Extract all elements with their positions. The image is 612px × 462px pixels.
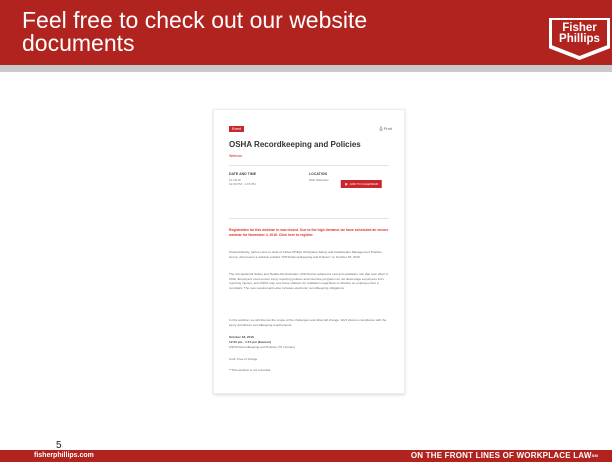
event-topic: OSHA Recordkeeping and Policies (75 minu… bbox=[229, 345, 295, 349]
divider bbox=[229, 218, 389, 219]
date-label: DATE AND TIME bbox=[229, 172, 257, 176]
date-value-2: 12:00 PM - 1:15 PM bbox=[229, 182, 256, 186]
event-tag: Event bbox=[229, 126, 244, 132]
event-footnote: **This webinar is not recorded. bbox=[229, 368, 272, 372]
slide-title: Feel free to check out our website docum… bbox=[22, 7, 368, 56]
footer-url[interactable]: fisherphillips.com bbox=[34, 451, 94, 461]
location-value: Web Webinars bbox=[309, 178, 329, 182]
body-paragraph: The Occupational Safety and Health Admin… bbox=[229, 272, 389, 290]
print-icon: ⎙ bbox=[379, 126, 383, 131]
event-date: October 18, 2016 bbox=[229, 335, 254, 339]
service-mark: SM bbox=[591, 453, 598, 458]
fisher-phillips-logo: Fisher Phillips bbox=[549, 18, 610, 60]
event-time: 12:00 pm - 1:15 pm (Eastern) bbox=[229, 340, 272, 344]
document-subtitle: Webinar bbox=[229, 154, 242, 158]
slide-header: Feel free to check out our website docum… bbox=[0, 0, 612, 65]
calendar-icon: ▦ bbox=[344, 182, 348, 186]
add-to-calendar-button[interactable]: ▦ ADD TO CALENDAR bbox=[340, 180, 382, 188]
print-link[interactable]: ⎙ Print bbox=[379, 126, 392, 131]
intro-paragraph: Howard Mavity, partner and co-chair of F… bbox=[229, 250, 382, 259]
footer-tagline: ON THE FRONT LINES OF WORKPLACE LAWSM bbox=[410, 451, 598, 460]
document-title: OSHA Recordkeeping and Policies bbox=[229, 140, 361, 149]
registration-notice: Registration for this webinar is now clo… bbox=[229, 228, 389, 237]
slide-footer: fisherphillips.com ON THE FRONT LINES OF… bbox=[0, 450, 612, 462]
header-separator bbox=[0, 65, 612, 72]
logo-line-2: Phillips bbox=[559, 33, 600, 45]
divider bbox=[229, 165, 389, 166]
website-document-screenshot: Event ⎙ Print OSHA Recordkeeping and Pol… bbox=[213, 109, 405, 394]
event-cost: Cost: Free of charge bbox=[229, 357, 258, 361]
location-label: LOCATION bbox=[309, 172, 328, 176]
summary-paragraph: In this webinar, we will discuss the sco… bbox=[229, 318, 387, 327]
